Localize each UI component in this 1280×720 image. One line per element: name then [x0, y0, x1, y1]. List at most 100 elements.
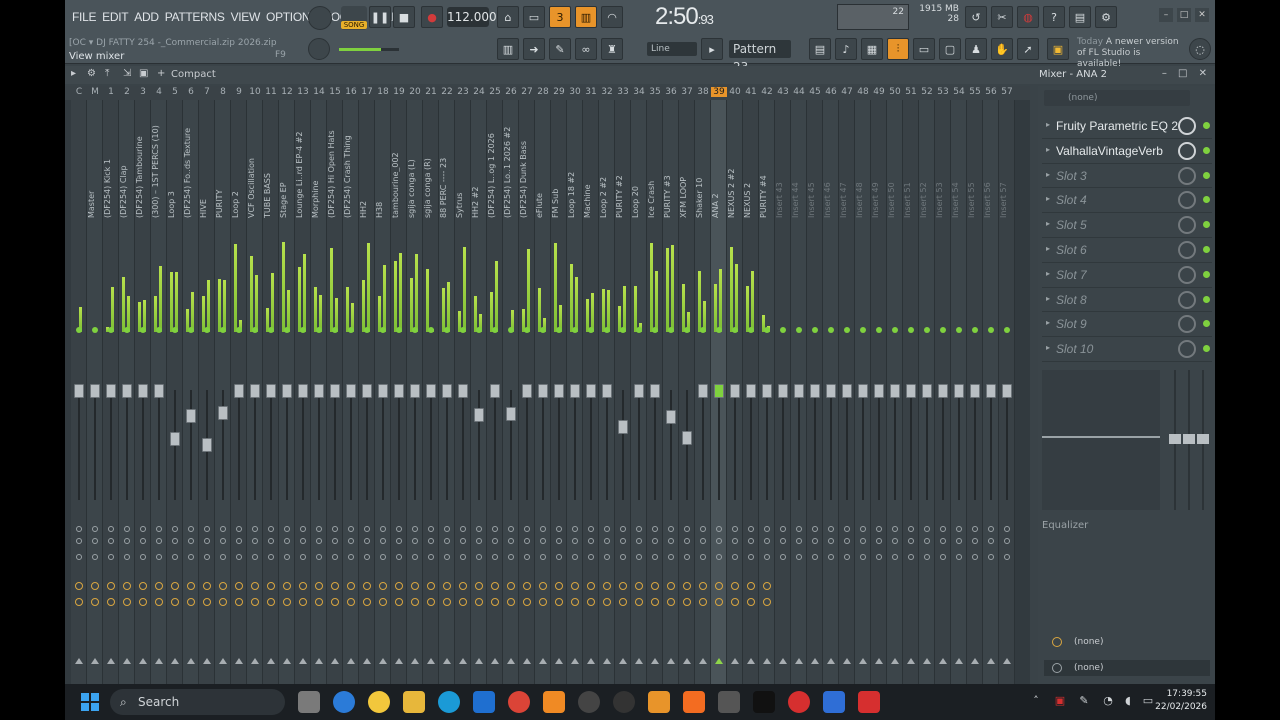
- tempo-tapper-icon[interactable]: ➚: [1017, 38, 1039, 60]
- pan-knob[interactable]: [220, 526, 226, 532]
- route-arrow-icon[interactable]: [1003, 658, 1011, 664]
- slot-enable-icon[interactable]: [1203, 196, 1210, 204]
- pan-knob[interactable]: [236, 526, 242, 532]
- unity-icon[interactable]: [718, 691, 740, 713]
- pan-knob[interactable]: [156, 554, 162, 560]
- route-knob[interactable]: [235, 598, 243, 606]
- pan-knob[interactable]: [460, 538, 466, 544]
- pan-knob[interactable]: [236, 554, 242, 560]
- route-knob[interactable]: [299, 582, 307, 590]
- volume-fader[interactable]: [858, 384, 868, 398]
- route-arrow-icon[interactable]: [827, 658, 835, 664]
- mixer-strip[interactable]: Insert 54: [951, 100, 967, 684]
- pen-icon[interactable]: ✎: [1077, 694, 1091, 708]
- pan-knob[interactable]: [140, 526, 146, 532]
- route-arrow-icon[interactable]: [603, 658, 611, 664]
- volume-fader[interactable]: [954, 384, 964, 398]
- channel-rack-icon[interactable]: ▦: [861, 38, 883, 60]
- route-arrow-icon[interactable]: [251, 658, 259, 664]
- close-icon[interactable]: ✕: [1195, 8, 1209, 22]
- pan-knob[interactable]: [924, 554, 930, 560]
- chatgpt-icon[interactable]: [613, 691, 635, 713]
- channel-enable-icon[interactable]: [108, 327, 114, 333]
- route-knob[interactable]: [411, 598, 419, 606]
- wait-input-icon[interactable]: ▭: [523, 6, 545, 28]
- route-knob[interactable]: [139, 598, 147, 606]
- shop-icon[interactable]: ▣: [1047, 38, 1069, 60]
- mixer-route-icon[interactable]: ⇲: [123, 68, 131, 79]
- channel-enable-icon[interactable]: [444, 327, 450, 333]
- mixer-strip[interactable]: Loop 3: [167, 100, 183, 684]
- route-knob[interactable]: [491, 598, 499, 606]
- channel-enable-icon[interactable]: [492, 327, 498, 333]
- pan-knob[interactable]: [380, 526, 386, 532]
- route-arrow-icon[interactable]: [923, 658, 931, 664]
- plugin-database-icon[interactable]: ▢: [939, 38, 961, 60]
- slot-expand-icon[interactable]: ▸: [1046, 170, 1050, 179]
- route-arrow-icon[interactable]: [299, 658, 307, 664]
- channel-enable-icon[interactable]: [572, 327, 578, 333]
- route-arrow-icon[interactable]: [795, 658, 803, 664]
- route-in-select[interactable]: (none): [1044, 634, 1210, 650]
- volume-fader[interactable]: [266, 384, 276, 398]
- channel-enable-icon[interactable]: [924, 327, 930, 333]
- pan-knob[interactable]: [556, 526, 562, 532]
- route-arrow-icon[interactable]: [411, 658, 419, 664]
- channel-enable-icon[interactable]: [124, 327, 130, 333]
- channel-enable-icon[interactable]: [380, 327, 386, 333]
- route-arrow-icon[interactable]: [459, 658, 467, 664]
- route-knob[interactable]: [459, 582, 467, 590]
- mixer-strip[interactable]: NEXUS 2: [743, 100, 759, 684]
- touch-keyboard-icon[interactable]: ✋: [991, 38, 1013, 60]
- route-arrow-icon[interactable]: [891, 658, 899, 664]
- channel-enable-icon[interactable]: [284, 327, 290, 333]
- volume-fader[interactable]: [938, 384, 948, 398]
- route-knob[interactable]: [571, 582, 579, 590]
- pan-knob[interactable]: [444, 526, 450, 532]
- effect-slot[interactable]: ▸ Slot 4: [1042, 188, 1212, 214]
- pan-knob[interactable]: [524, 526, 530, 532]
- pan-knob[interactable]: [620, 554, 626, 560]
- minimize-icon[interactable]: –: [1159, 8, 1173, 22]
- pan-knob[interactable]: [908, 554, 914, 560]
- slot-mix-knob[interactable]: [1178, 216, 1196, 235]
- route-knob[interactable]: [267, 582, 275, 590]
- mixer-strip[interactable]: Insert 48: [855, 100, 871, 684]
- slot-enable-icon[interactable]: [1203, 221, 1210, 229]
- master-pitch-slider[interactable]: [339, 48, 399, 51]
- pan-knob[interactable]: [172, 526, 178, 532]
- x-icon[interactable]: [753, 691, 775, 713]
- eq-display[interactable]: [1042, 370, 1160, 510]
- volume-fader[interactable]: [442, 384, 452, 398]
- mixer-strip[interactable]: Loop 20: [631, 100, 647, 684]
- pan-knob[interactable]: [556, 554, 562, 560]
- volume-fader[interactable]: [746, 384, 756, 398]
- channel-enable-icon[interactable]: [140, 327, 146, 333]
- mixer-strip[interactable]: PURITY: [215, 100, 231, 684]
- route-arrow-icon[interactable]: [859, 658, 867, 664]
- mixer-strip[interactable]: (300) – 1ST PERCS (10): [151, 100, 167, 684]
- pan-knob[interactable]: [716, 538, 722, 544]
- route-arrow-icon[interactable]: [139, 658, 147, 664]
- channel-enable-icon[interactable]: [316, 327, 322, 333]
- channel-enable-icon[interactable]: [844, 327, 850, 333]
- channel-enable-icon[interactable]: [940, 327, 946, 333]
- pan-knob[interactable]: [684, 526, 690, 532]
- slot-mix-knob[interactable]: [1178, 166, 1196, 185]
- route-arrow-icon[interactable]: [283, 658, 291, 664]
- mixer-view-mode[interactable]: Compact: [171, 69, 216, 80]
- mixer-strip[interactable]: PURITY #3: [663, 100, 679, 684]
- pan-knob[interactable]: [412, 554, 418, 560]
- volume-fader[interactable]: [650, 384, 660, 398]
- pan-knob[interactable]: [524, 554, 530, 560]
- route-knob[interactable]: [331, 598, 339, 606]
- mixer-strip[interactable]: Machine: [583, 100, 599, 684]
- mixer-strip[interactable]: Sytrus: [455, 100, 471, 684]
- volume-fader[interactable]: [234, 384, 244, 398]
- pan-knob[interactable]: [1004, 554, 1010, 560]
- menu-add[interactable]: ADD: [131, 8, 161, 26]
- pan-knob[interactable]: [428, 538, 434, 544]
- pan-knob[interactable]: [700, 554, 706, 560]
- route-knob[interactable]: [763, 598, 771, 606]
- volume-fader[interactable]: [554, 384, 564, 398]
